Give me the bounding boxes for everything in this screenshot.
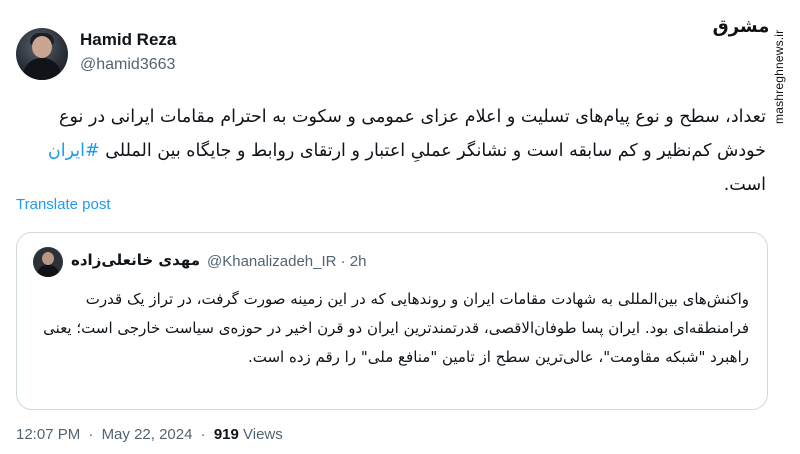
hashtag-link[interactable]: #ایران xyxy=(48,141,100,161)
tweet-text-end: است. xyxy=(723,175,766,195)
watermark-site: mashreghnews.ir xyxy=(772,29,786,124)
author-handle[interactable]: @hamid3663 xyxy=(80,56,175,74)
tweet-date[interactable]: May 22, 2024 xyxy=(102,426,193,443)
quoted-tweet-text: واکنش‌های بین‌المللی به شهادت مقامات ایر… xyxy=(43,290,749,366)
author-avatar[interactable] xyxy=(16,28,68,80)
meta-separator-2: · xyxy=(200,426,206,443)
meta-separator: · xyxy=(88,426,94,443)
tweet-text: تعداد، سطح و نوع پیام‌های تسلیت و اعلام … xyxy=(26,100,766,202)
tweet-time[interactable]: 12:07 PM xyxy=(16,426,80,443)
quoted-author-handle: @Khanalizadeh_IR · 2h xyxy=(207,253,367,270)
views-label: Views xyxy=(243,426,283,443)
quoted-tweet[interactable]: مهدی خانعلی‌زاده @Khanalizadeh_IR · 2h و… xyxy=(16,232,768,410)
tweet-text-main: تعداد، سطح و نوع پیام‌های تسلیت و اعلام … xyxy=(59,107,766,161)
quoted-author-name: مهدی خانعلی‌زاده xyxy=(71,251,200,269)
translate-post-link[interactable]: Translate post xyxy=(16,196,111,213)
quoted-author-avatar xyxy=(33,247,63,277)
watermark-logo: مشرق xyxy=(712,16,770,37)
tweet-card: Hamid Reza @hamid3663 مشرق mashreghnews.… xyxy=(0,0,800,454)
tweet-meta: 12:07 PM · May 22, 2024 · 919 Views xyxy=(16,426,283,443)
views-count: 919 xyxy=(213,426,239,443)
author-name[interactable]: Hamid Reza xyxy=(80,30,176,50)
